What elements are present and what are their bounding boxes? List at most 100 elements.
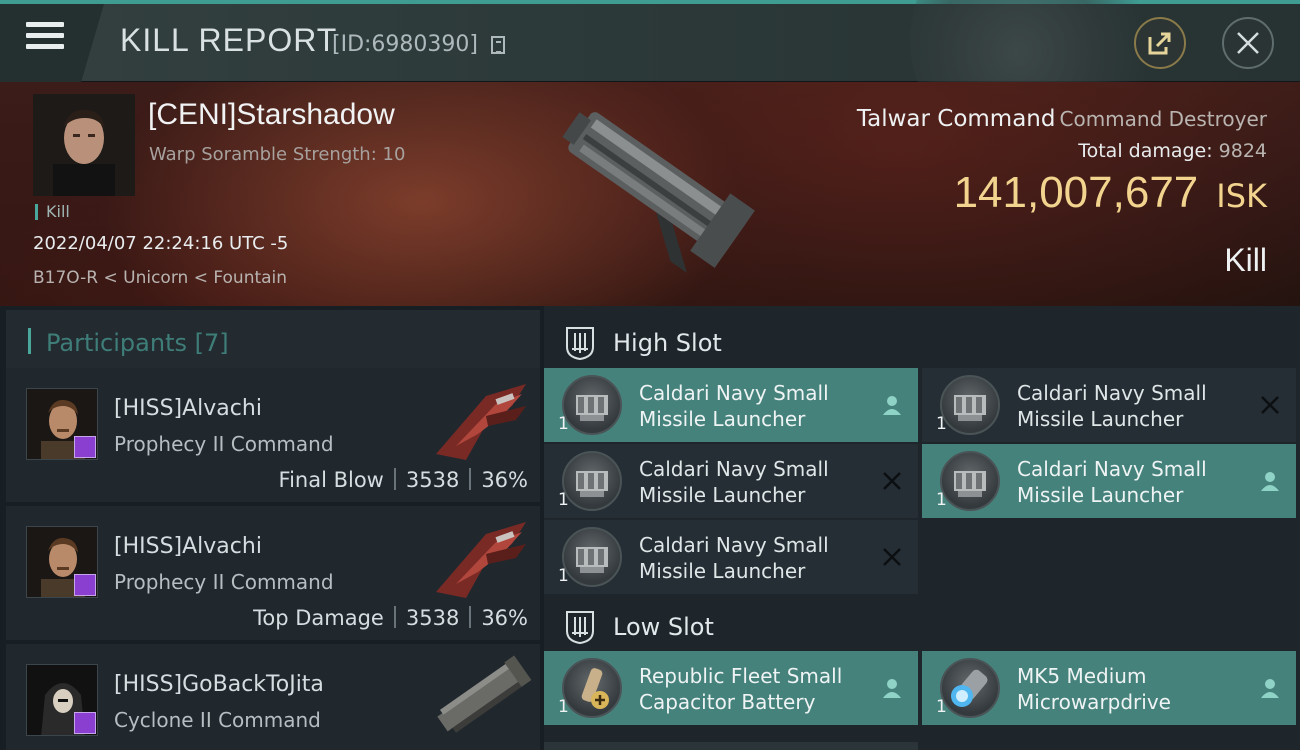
divider <box>469 468 472 490</box>
isk-value: 141,007,677 <box>953 168 1199 217</box>
victim-portrait[interactable] <box>33 94 135 196</box>
victim-banner: [CENI]Starshadow Warp Soramble Strength:… <box>0 82 1300 306</box>
participant-name[interactable]: [HISS]GoBackToJita <box>114 672 324 697</box>
low-slot-title: Low Slot <box>613 613 714 641</box>
victim-ship-class: Command Destroyer <box>1059 107 1268 131</box>
capacitor-battery-icon <box>562 658 622 718</box>
participants-header: Participants [7] <box>6 310 540 368</box>
missile-launcher-icon <box>562 527 622 587</box>
close-icon <box>1237 32 1259 54</box>
module-name-line2: Missile Launcher <box>1017 407 1184 431</box>
low-slot-header: Low Slot <box>544 594 1300 656</box>
participant-ship: Cyclone II Command <box>114 708 321 732</box>
kill-location[interactable]: B17O-R < Unicorn < Fountain <box>33 268 287 288</box>
report-id: [ID:6980390] <box>332 32 478 57</box>
module-slot[interactable]: 1 MK5 Medium Microwarpdrive <box>922 651 1296 725</box>
missile-launcher-icon <box>940 451 1000 511</box>
participants-title-label: Participants <box>46 329 187 357</box>
participant-name[interactable]: [HISS]Alvachi <box>114 534 262 559</box>
kill-type-label: Kill <box>1224 242 1267 278</box>
total-damage-label: Total damage: <box>1078 140 1213 162</box>
module-quantity: 1 <box>558 697 569 717</box>
module-slot[interactable]: 1 Caldari Navy Small Missile Launcher <box>922 444 1296 518</box>
module-name-line2: Missile Launcher <box>639 407 806 431</box>
module-quantity: 1 <box>936 490 947 510</box>
participant-damage: 3538 <box>405 468 460 492</box>
module-name-line2: Microwarpdrive <box>1017 690 1171 714</box>
dropped-person-icon <box>883 396 901 415</box>
module-slot[interactable]: 1 Republic Fleet Small Capacitor Battery <box>544 651 918 725</box>
victim-ship-image[interactable] <box>520 86 780 286</box>
close-button[interactable] <box>1222 17 1274 69</box>
fitting-panel[interactable]: High Slot 1 Caldari Navy Small Missile La… <box>544 306 1300 750</box>
module-slot-partial[interactable] <box>544 742 918 750</box>
module-quantity: 1 <box>558 414 569 434</box>
share-button[interactable] <box>1134 17 1186 69</box>
module-name: MK5 Medium Microwarpdrive <box>1017 663 1257 715</box>
copy-icon[interactable] <box>491 36 505 54</box>
participant-row[interactable]: [HISS]Alvachi Prophecy II Command Top Da… <box>6 506 540 640</box>
share-icon <box>1148 32 1171 55</box>
module-slot[interactable]: 1 Caldari Navy Small Missile Launcher <box>544 520 918 594</box>
module-quantity: 1 <box>936 697 947 717</box>
fleet-badge-icon <box>74 712 96 734</box>
module-name-line2: Capacitor Battery <box>639 690 816 714</box>
missile-launcher-icon <box>940 375 1000 435</box>
isk-value-line: 141,007,677 ISK <box>954 168 1267 218</box>
header-bar: KILL REPORT [ID:6980390] <box>0 0 1300 160</box>
module-quantity: 1 <box>558 490 569 510</box>
destroyed-x-icon <box>1261 396 1279 414</box>
kill-tag: Kill <box>35 204 70 220</box>
module-name-line2: Missile Launcher <box>639 483 806 507</box>
participant-stats: Top Damage 3538 36% <box>253 606 528 630</box>
destroyed-x-icon <box>883 548 901 566</box>
participant-row[interactable]: [HISS]GoBackToJita Cyclone II Command <box>6 644 540 750</box>
module-name-line2: Missile Launcher <box>1017 483 1184 507</box>
module-name-line1: Caldari Navy Small <box>1017 381 1207 405</box>
participant-role: Final Blow <box>278 468 384 492</box>
module-slot[interactable]: 1 Caldari Navy Small Missile Launcher <box>922 368 1296 442</box>
module-name-line1: MK5 Medium <box>1017 664 1147 688</box>
module-name: Caldari Navy Small Missile Launcher <box>639 456 879 508</box>
participant-ship-image <box>436 522 526 598</box>
module-name: Caldari Navy Small Missile Launcher <box>1017 456 1257 508</box>
page-title: KILL REPORT <box>120 22 338 58</box>
module-name-line1: Republic Fleet Small <box>639 664 843 688</box>
module-slot[interactable]: 1 Caldari Navy Small Missile Launcher <box>544 444 918 518</box>
module-name-line2: Missile Launcher <box>639 559 806 583</box>
destroyed-x-icon <box>883 472 901 490</box>
participant-damage: 3538 <box>405 606 460 630</box>
module-name: Caldari Navy Small Missile Launcher <box>639 532 879 584</box>
divider <box>469 606 472 628</box>
module-quantity: 1 <box>558 566 569 586</box>
menu-icon[interactable] <box>26 22 64 56</box>
participant-stats: Final Blow 3538 36% <box>279 468 528 492</box>
participant-row[interactable]: [HISS]Alvachi Prophecy II Command Final … <box>6 368 540 502</box>
module-slot[interactable]: 1 Caldari Navy Small Missile Launcher <box>544 368 918 442</box>
participant-ship-image <box>436 384 526 460</box>
module-name-line1: Caldari Navy Small <box>639 381 829 405</box>
total-damage-value: 9824 <box>1218 140 1267 162</box>
low-slot-icon <box>566 611 594 645</box>
module-name: Caldari Navy Small Missile Launcher <box>639 380 879 432</box>
victim-name[interactable]: [CENI]Starshadow <box>148 98 395 132</box>
module-name-line1: Caldari Navy Small <box>639 457 829 481</box>
participant-name[interactable]: [HISS]Alvachi <box>114 396 262 421</box>
participant-role: Top Damage <box>253 606 384 630</box>
divider <box>393 468 396 490</box>
participants-title: Participants [7] <box>46 329 229 357</box>
kill-date: 2022/04/07 22:24:16 UTC -5 <box>33 233 289 254</box>
fleet-badge-icon <box>74 436 96 458</box>
fleet-badge-icon <box>74 574 96 596</box>
participant-percent: 36% <box>481 606 528 630</box>
high-slot-header: High Slot <box>544 310 1300 372</box>
participant-percent: 36% <box>481 468 528 492</box>
participants-count: [7] <box>194 329 229 357</box>
high-slot-icon <box>566 327 594 361</box>
module-name: Caldari Navy Small Missile Launcher <box>1017 380 1257 432</box>
participants-panel[interactable]: Participants [7] [HISS]Alvachi Prophecy … <box>0 306 544 750</box>
participant-ship: Prophecy II Command <box>114 570 334 594</box>
module-name-line1: Caldari Navy Small <box>639 533 829 557</box>
module-quantity: 1 <box>936 414 947 434</box>
victim-ship-name[interactable]: Talwar Command <box>857 106 1056 132</box>
